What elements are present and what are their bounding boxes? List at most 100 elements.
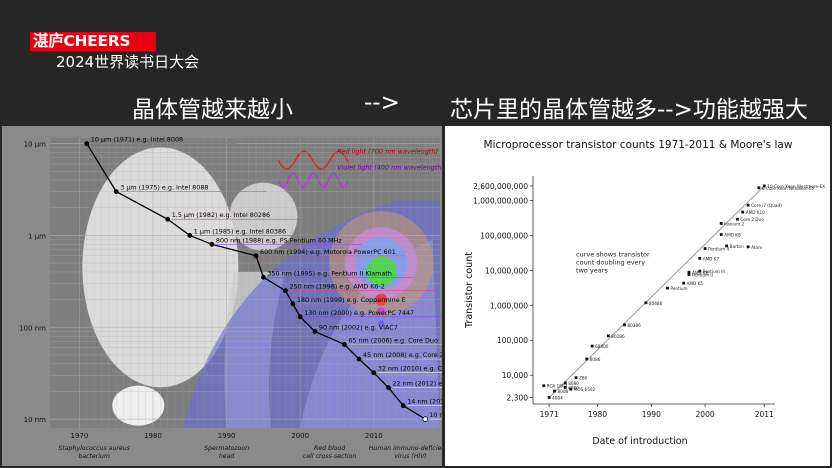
data-point (386, 385, 391, 391)
data-point (209, 241, 215, 247)
data-point (422, 416, 429, 422)
object-annotation-line1: Staphylococcus aureus (58, 444, 130, 452)
data-point (187, 233, 193, 238)
data-point (746, 203, 750, 207)
data-point (574, 376, 578, 380)
x-tick-label: 1980 (144, 432, 162, 440)
trend-annotation: count doubling every (576, 258, 645, 266)
light-annotation: Violet light (400 nm wavelength) (337, 164, 442, 172)
data-point (312, 329, 318, 334)
moores-law-trend-line (548, 185, 765, 398)
heading-right: 芯片里的晶体管越多-->功能越强大 (450, 97, 808, 123)
object-annotation-line2: bacterium (78, 452, 110, 460)
moores-law-chart: Microprocessor transistor counts 1971-20… (464, 139, 825, 447)
data-label: 80486 (649, 301, 663, 306)
data-point (356, 356, 362, 362)
brand-logo-text: 湛庐CHEERS (33, 32, 131, 50)
data-point (113, 189, 119, 194)
y-tick-label: 1,000,000,000 (473, 196, 528, 205)
chart-title: Microprocessor transistor counts 1971-20… (484, 139, 793, 151)
data-label: Barton (730, 244, 744, 249)
y-tick-label: 10,000,000 (485, 266, 528, 275)
data-point (698, 256, 702, 260)
data-point (703, 247, 707, 250)
x-tick-label: 2000 (291, 432, 309, 440)
data-label: 180 nm (1999) e.g. Coppermine E (297, 296, 406, 304)
object-annotation-line1: Human immuno-deficiency (369, 445, 442, 452)
data-label: Atom (751, 245, 762, 250)
trend-annotation: curve shows transistor (576, 250, 650, 258)
data-point (553, 389, 556, 393)
x-tick-label: 1990 (642, 410, 661, 419)
data-point (735, 217, 739, 221)
x-tick-label: 2011 (755, 410, 774, 419)
object-annotation-line2: cell cross-section (303, 452, 356, 460)
data-point (341, 342, 347, 347)
data-label: 130 nm (2000) e.g. PowerPC 7447 (304, 309, 414, 317)
data-point (725, 244, 728, 248)
data-label: AMD K5 (687, 281, 704, 286)
data-point (687, 270, 691, 274)
data-point (542, 384, 546, 388)
y-tick-label: 1 µm (28, 232, 46, 240)
data-label: 250 nm (1998) e.g. AMD K6-2 (289, 283, 384, 291)
data-point (719, 222, 723, 225)
data-label: 65 nm (2006) e.g. Core Duo (348, 336, 438, 344)
y-axis-label: Transistor count (464, 252, 475, 329)
data-point (741, 210, 745, 214)
data-label: RCA 1802 (547, 384, 568, 389)
x-tick-label: 2010 (365, 432, 383, 440)
y-tick-label: 2,600,000,000 (473, 182, 528, 191)
data-label: Pentium III (703, 269, 725, 274)
data-point (757, 186, 761, 190)
process-node-chart: 10 µm 1 µm 100 nm 10 nm 1970 1980 1990 2000 2010… (19, 136, 442, 460)
data-label: AMD K10 (746, 210, 765, 215)
x-tick-label: 1970 (71, 432, 89, 440)
y-tick-label: 1,000,000 (490, 301, 528, 310)
data-label: 8008 (558, 389, 569, 394)
data-label: Core 2 Duo (740, 217, 764, 222)
data-point (682, 281, 685, 285)
y-tick-label: 10,000 (502, 371, 528, 380)
data-label: AMD K8 (724, 233, 741, 238)
data-label: MOS 6502 (574, 387, 596, 392)
data-point (746, 245, 750, 249)
object-annotation-line1: Spermatozoon (204, 444, 249, 452)
data-point (165, 216, 171, 222)
data-label: 3 µm (1975) e.g. Intel 8088 (120, 184, 208, 192)
data-point (371, 370, 377, 376)
data-point (644, 301, 648, 305)
data-label: Pentium (670, 286, 687, 291)
data-point (297, 314, 303, 320)
data-point (623, 323, 626, 327)
heading-arrow: --> (364, 90, 400, 116)
x-axis-label: Date of introduction (592, 436, 687, 447)
x-tick-label: 2000 (696, 410, 715, 419)
data-point (283, 288, 288, 294)
data-label: 90 nm (2002) e.g. VIAC7 (319, 323, 398, 331)
y-tick-label: 10 µm (24, 141, 47, 149)
data-point (698, 269, 702, 273)
object-annotation-line2: virus (HIV) (394, 453, 427, 460)
moores-law-chart-panel: Microprocessor transistor counts 1971-20… (445, 126, 830, 466)
heading-left: 晶体管越来越小 (132, 97, 293, 123)
object-annotation-line1: Red blood (314, 445, 345, 452)
data-point (687, 273, 691, 277)
data-label: 8080 (568, 381, 579, 386)
trend-annotation: two years (576, 266, 608, 274)
x-tick-label: 1980 (588, 410, 607, 419)
x-tick-label: 1971 (540, 410, 559, 419)
data-label: 8086 (590, 357, 601, 362)
data-point (400, 403, 406, 409)
data-label: Core i7 (Quad) (751, 203, 782, 208)
data-label: 45 nm (2008) e.g. Core 2 (Wolfdale) (363, 351, 442, 359)
data-label: 4004 (552, 396, 563, 401)
data-point (762, 184, 766, 188)
x-tick-label: 1990 (218, 432, 236, 440)
data-label: 22 nm (2012) e.g. Core i7 (Ivy Bridge) (392, 380, 442, 388)
data-label: 600 nm (1994) e.g. Motorola PowerPC 601 (260, 248, 396, 256)
data-label: 350 nm (1995) e.g. Pentium II Klamath (267, 269, 391, 277)
data-label: 1 µm (1985) e.g. Intel 80386 (194, 227, 286, 235)
data-label: 80386 (627, 323, 641, 328)
data-point (84, 141, 90, 146)
